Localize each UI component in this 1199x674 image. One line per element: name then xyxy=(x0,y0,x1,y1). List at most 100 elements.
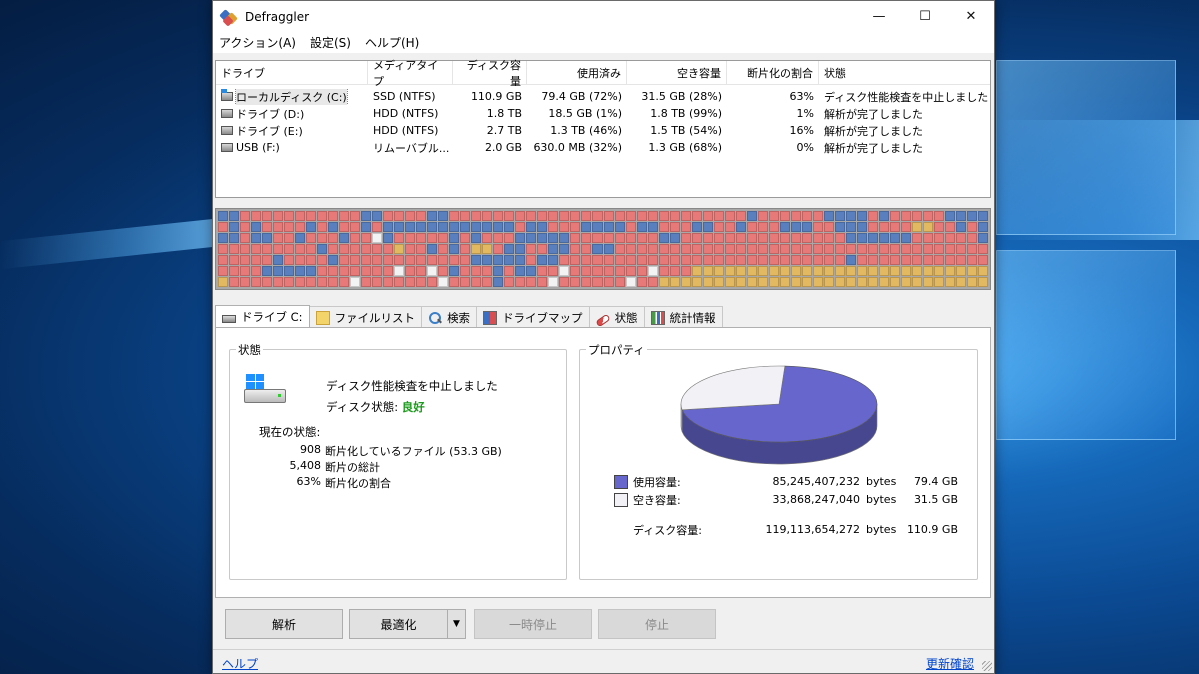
map-block[interactable] xyxy=(284,233,295,243)
map-block[interactable] xyxy=(460,277,471,287)
map-block[interactable] xyxy=(790,277,801,287)
map-block[interactable] xyxy=(669,255,680,265)
map-block[interactable] xyxy=(669,244,680,254)
menu-action[interactable]: アクション(A) xyxy=(219,34,296,51)
map-block[interactable] xyxy=(251,277,262,287)
map-block[interactable] xyxy=(867,211,878,221)
map-block[interactable] xyxy=(581,222,592,232)
map-block[interactable] xyxy=(922,211,933,221)
map-block[interactable] xyxy=(515,233,526,243)
defrag-dropdown-button[interactable]: ▼ xyxy=(447,609,466,639)
map-block[interactable] xyxy=(405,255,416,265)
map-block[interactable] xyxy=(889,277,900,287)
map-block[interactable] xyxy=(911,277,922,287)
map-block[interactable] xyxy=(306,233,317,243)
map-block[interactable] xyxy=(691,244,702,254)
map-block[interactable] xyxy=(339,266,350,276)
map-block[interactable] xyxy=(944,277,955,287)
map-block[interactable] xyxy=(504,266,515,276)
map-block[interactable] xyxy=(449,211,460,221)
map-block[interactable] xyxy=(856,266,867,276)
map-block[interactable] xyxy=(614,277,625,287)
map-block[interactable] xyxy=(537,233,548,243)
map-block[interactable] xyxy=(801,233,812,243)
map-block[interactable] xyxy=(350,233,361,243)
map-block[interactable] xyxy=(977,244,988,254)
map-block[interactable] xyxy=(537,211,548,221)
map-block[interactable] xyxy=(790,233,801,243)
map-block[interactable] xyxy=(636,233,647,243)
map-block[interactable] xyxy=(273,255,284,265)
map-block[interactable] xyxy=(680,255,691,265)
map-block[interactable] xyxy=(482,255,493,265)
map-block[interactable] xyxy=(647,266,658,276)
column-header-drive[interactable]: ドライブ xyxy=(216,61,368,84)
map-block[interactable] xyxy=(790,266,801,276)
map-block[interactable] xyxy=(713,222,724,232)
map-block[interactable] xyxy=(581,277,592,287)
map-block[interactable] xyxy=(735,255,746,265)
map-block[interactable] xyxy=(889,211,900,221)
map-block[interactable] xyxy=(416,211,427,221)
map-block[interactable] xyxy=(911,211,922,221)
map-block[interactable] xyxy=(427,277,438,287)
map-block[interactable] xyxy=(757,255,768,265)
map-block[interactable] xyxy=(339,244,350,254)
map-block[interactable] xyxy=(383,244,394,254)
map-block[interactable] xyxy=(790,211,801,221)
analyze-button[interactable]: 解析 xyxy=(225,609,343,639)
map-block[interactable] xyxy=(471,277,482,287)
map-block[interactable] xyxy=(394,211,405,221)
map-block[interactable] xyxy=(504,244,515,254)
map-block[interactable] xyxy=(559,277,570,287)
map-block[interactable] xyxy=(911,244,922,254)
map-block[interactable] xyxy=(559,255,570,265)
map-block[interactable] xyxy=(394,233,405,243)
map-block[interactable] xyxy=(757,233,768,243)
map-block[interactable] xyxy=(372,266,383,276)
map-block[interactable] xyxy=(779,222,790,232)
map-block[interactable] xyxy=(361,266,372,276)
map-block[interactable] xyxy=(240,233,251,243)
map-block[interactable] xyxy=(284,277,295,287)
map-block[interactable] xyxy=(944,211,955,221)
map-block[interactable] xyxy=(680,277,691,287)
map-block[interactable] xyxy=(240,277,251,287)
map-block[interactable] xyxy=(669,266,680,276)
map-block[interactable] xyxy=(944,222,955,232)
map-block[interactable] xyxy=(405,266,416,276)
map-block[interactable] xyxy=(218,233,228,243)
map-block[interactable] xyxy=(658,222,669,232)
map-block[interactable] xyxy=(966,222,977,232)
map-block[interactable] xyxy=(878,277,889,287)
map-block[interactable] xyxy=(636,222,647,232)
map-block[interactable] xyxy=(471,266,482,276)
map-block[interactable] xyxy=(471,222,482,232)
map-block[interactable] xyxy=(405,222,416,232)
map-block[interactable] xyxy=(768,244,779,254)
map-block[interactable] xyxy=(295,266,306,276)
map-block[interactable] xyxy=(218,222,228,232)
map-block[interactable] xyxy=(779,266,790,276)
map-block[interactable] xyxy=(350,255,361,265)
map-block[interactable] xyxy=(966,255,977,265)
map-block[interactable] xyxy=(262,222,273,232)
map-block[interactable] xyxy=(339,222,350,232)
drive-row-f[interactable]: USB (F:) リムーバブル... 2.0 GB 630.0 MB (32%)… xyxy=(216,139,990,156)
map-block[interactable] xyxy=(317,266,328,276)
tab-health[interactable]: 状態 xyxy=(588,306,645,328)
map-block[interactable] xyxy=(878,255,889,265)
map-block[interactable] xyxy=(625,255,636,265)
map-block[interactable] xyxy=(735,277,746,287)
map-block[interactable] xyxy=(922,244,933,254)
map-block[interactable] xyxy=(834,211,845,221)
map-block[interactable] xyxy=(900,244,911,254)
map-block[interactable] xyxy=(427,211,438,221)
map-block[interactable] xyxy=(460,255,471,265)
menu-help[interactable]: ヘルプ(H) xyxy=(365,34,419,51)
map-block[interactable] xyxy=(262,233,273,243)
map-block[interactable] xyxy=(471,255,482,265)
map-block[interactable] xyxy=(592,222,603,232)
map-block[interactable] xyxy=(515,266,526,276)
map-block[interactable] xyxy=(339,255,350,265)
